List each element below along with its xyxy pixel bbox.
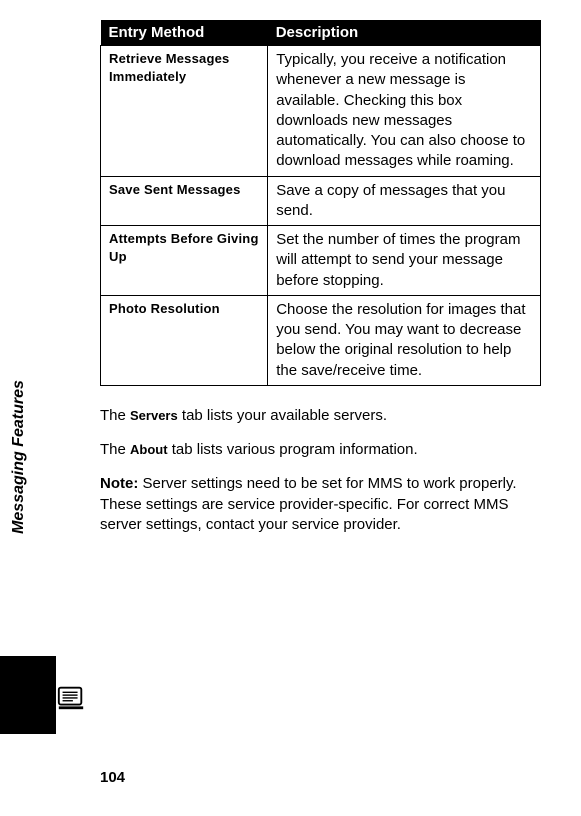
settings-table: Entry Method Description Retrieve Messag… — [100, 20, 541, 386]
note-lead: Note: — [100, 475, 138, 492]
text: tab lists your available servers. — [178, 407, 387, 424]
table-row: Retrieve Messages Immediately Typically,… — [101, 46, 541, 177]
entry-save-sent-desc: Save a copy of messages that you send. — [268, 176, 541, 226]
entry-photo-resolution: Photo Resolution — [101, 295, 268, 385]
note-block: Note: Server settings need to be set for… — [100, 474, 541, 535]
table-row: Attempts Before Giving Up Set the number… — [101, 226, 541, 296]
entry-save-sent: Save Sent Messages — [101, 176, 268, 226]
servers-paragraph: The Servers tab lists your available ser… — [100, 406, 541, 426]
servers-bold: Servers — [130, 408, 178, 423]
page-number: 104 — [100, 769, 125, 786]
entry-attempts-desc: Set the number of times the program will… — [268, 226, 541, 296]
note-text: Note: Server settings need to be set for… — [100, 474, 541, 535]
text: tab lists various program information. — [168, 441, 418, 458]
sidebar-black-block — [0, 656, 56, 734]
entry-photo-resolution-desc: Choose the resolution for images that yo… — [268, 295, 541, 385]
entry-retrieve-messages: Retrieve Messages Immediately — [101, 46, 268, 177]
page: Messaging Features Entry Method Descript… — [0, 0, 581, 816]
entry-retrieve-messages-desc: Typically, you receive a notification wh… — [268, 46, 541, 177]
about-bold: About — [130, 442, 168, 457]
table-header-row: Entry Method Description — [101, 20, 541, 46]
text: The — [100, 407, 130, 424]
table-header-entry-method: Entry Method — [101, 20, 268, 46]
note-body: Server settings need to be set for MMS t… — [100, 475, 517, 533]
table-row: Save Sent Messages Save a copy of messag… — [101, 176, 541, 226]
about-paragraph: The About tab lists various program info… — [100, 440, 541, 460]
section-sidebar-label: Messaging Features — [10, 380, 28, 534]
table-row: Photo Resolution Choose the resolution f… — [101, 295, 541, 385]
table-header-description: Description — [268, 20, 541, 46]
entry-attempts: Attempts Before Giving Up — [101, 226, 268, 296]
text: The — [100, 441, 130, 458]
note-icon — [56, 682, 86, 712]
